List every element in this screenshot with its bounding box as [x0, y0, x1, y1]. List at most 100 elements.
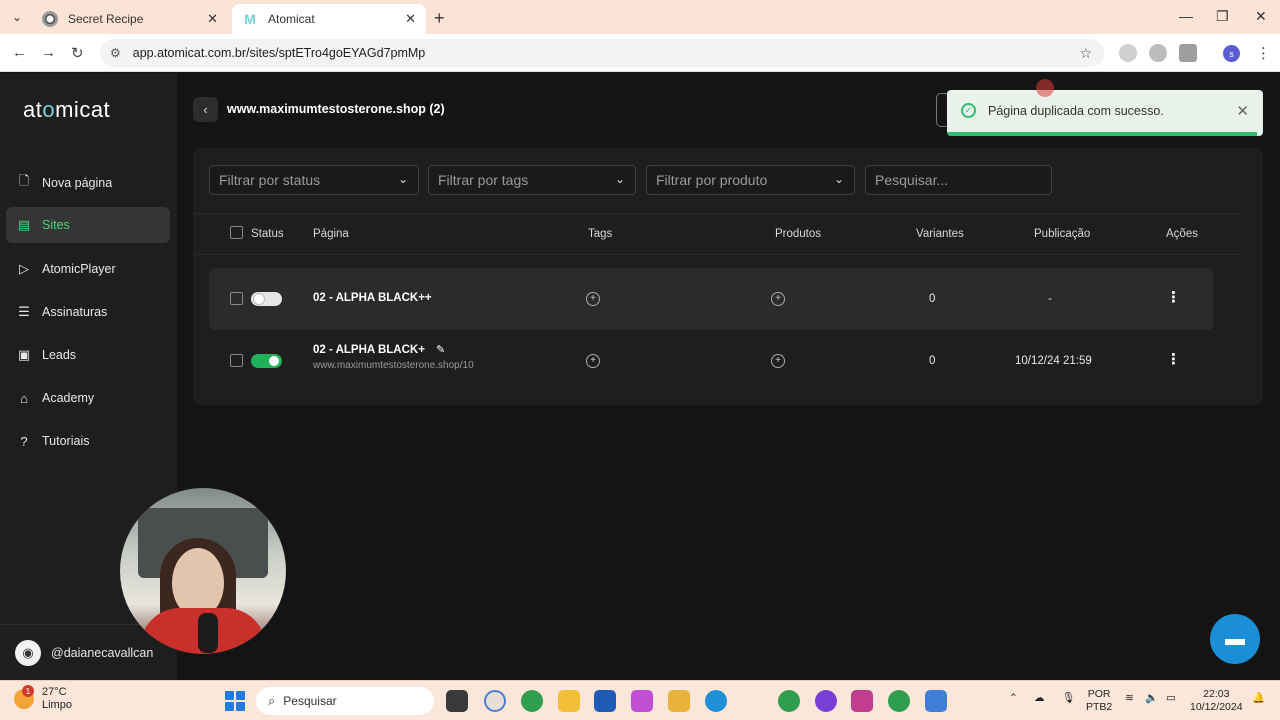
- chrome-icon[interactable]: [521, 690, 543, 712]
- notifications-bell-icon[interactable]: 🔔: [1252, 692, 1265, 705]
- status-filter-value: Filtrar por status: [219, 172, 321, 188]
- column-header-pagina[interactable]: Página: [313, 228, 349, 240]
- row-actions-kebab-icon[interactable]: ⋮: [1166, 290, 1181, 305]
- extension-icon[interactable]: [1149, 44, 1167, 62]
- clock[interactable]: 22:03 10/12/2024: [1190, 688, 1243, 714]
- task-view-icon[interactable]: [446, 690, 468, 712]
- search-input[interactable]: Pesquisar...: [865, 165, 1052, 195]
- back-arrow-icon[interactable]: ←: [12, 44, 27, 61]
- sidebar-item-assinaturas[interactable]: ☰ Assinaturas: [6, 294, 170, 330]
- user-avatar: ◉: [15, 639, 41, 666]
- sidebar-item-label: Nova página: [42, 176, 113, 190]
- table-row[interactable]: 02 - ALPHA BLACK+ ✎ www.maximumtestoster…: [209, 330, 1213, 392]
- url-input[interactable]: ⚙ app.atomicat.com.br/sites/sptETro4goEY…: [100, 39, 1104, 67]
- weather-widget[interactable]: 1 27°C Limpo: [14, 685, 72, 712]
- app-icon[interactable]: [815, 690, 837, 712]
- sidebar-item-label: Assinaturas: [42, 305, 108, 319]
- search-placeholder: Pesquisar...: [875, 172, 949, 188]
- page-name[interactable]: 02 - ALPHA BLACK++: [313, 292, 432, 304]
- status-filter-select[interactable]: Filtrar por status ⌄: [209, 165, 419, 195]
- add-tag-icon[interactable]: +: [586, 292, 600, 306]
- browser-tab-secret-recipe[interactable]: Secret Recipe ✕: [32, 4, 228, 34]
- close-tab-icon[interactable]: ✕: [405, 11, 416, 27]
- close-tab-icon[interactable]: ✕: [207, 11, 218, 27]
- sites-icon: ▤: [17, 217, 31, 232]
- sidebar-item-nova-pagina[interactable]: 🗋 Nova página: [6, 165, 170, 201]
- sidebar-item-leads[interactable]: ▣ Leads: [6, 337, 170, 373]
- extension-icon[interactable]: [1119, 44, 1137, 62]
- column-header-produtos: Produtos: [775, 228, 822, 240]
- daia-app-icon[interactable]: [851, 690, 873, 712]
- back-button[interactable]: ‹: [193, 97, 218, 122]
- profile-avatar[interactable]: s: [1223, 45, 1240, 62]
- volume-icon[interactable]: 🔈: [1145, 692, 1158, 705]
- support-chat-icon[interactable]: ▬: [1210, 614, 1260, 664]
- taskbar-search[interactable]: ⌕ Pesquisar: [256, 687, 434, 715]
- close-toast-icon[interactable]: ✕: [1236, 102, 1249, 120]
- tray-chevron-icon[interactable]: ⌃: [1009, 692, 1018, 705]
- new-tab-plus-icon[interactable]: +: [434, 8, 445, 29]
- add-product-icon[interactable]: +: [771, 292, 785, 306]
- site-info-icon[interactable]: ⚙: [110, 46, 121, 60]
- row-checkbox[interactable]: [230, 354, 243, 367]
- atomicat-logo[interactable]: atomicat: [23, 97, 110, 123]
- tags-filter-select[interactable]: Filtrar por tags ⌄: [428, 165, 636, 195]
- chrome-profile-icon[interactable]: [484, 690, 506, 712]
- edge-icon[interactable]: [705, 690, 727, 712]
- product-filter-value: Filtrar por produto: [656, 172, 768, 188]
- status-toggle[interactable]: [251, 354, 282, 368]
- atomicat-favicon-icon: M: [244, 11, 256, 27]
- tab-list-chevron-icon[interactable]: ⌄: [6, 7, 28, 27]
- battery-icon[interactable]: ▭: [1166, 692, 1176, 705]
- page-url[interactable]: www.maximumtestosterone.shop/10: [313, 360, 474, 371]
- reload-icon[interactable]: ↻: [71, 44, 84, 62]
- sidebar-item-label: Academy: [42, 391, 95, 405]
- add-product-icon[interactable]: +: [771, 354, 785, 368]
- table-row[interactable]: 02 - ALPHA BLACK++ + + 0 - ⋮: [209, 268, 1213, 330]
- network-drive-icon[interactable]: ☁: [1034, 692, 1045, 705]
- forward-arrow-icon[interactable]: →: [41, 44, 56, 61]
- bookmark-star-icon[interactable]: ☆: [1079, 45, 1092, 62]
- browser-menu-icon[interactable]: ⋮: [1256, 44, 1271, 62]
- status-toggle[interactable]: [251, 292, 282, 306]
- language-indicator[interactable]: POR PTB2: [1086, 688, 1112, 714]
- sidebar-item-academy[interactable]: ⌂ Academy: [6, 380, 170, 416]
- wifi-icon[interactable]: ≋: [1125, 692, 1134, 705]
- list-icon: ☰: [18, 304, 30, 319]
- minimize-icon[interactable]: —: [1179, 8, 1193, 24]
- product-filter-select[interactable]: Filtrar por produto ⌄: [646, 165, 855, 195]
- page-name[interactable]: 02 - ALPHA BLACK+ ✎: [313, 343, 445, 356]
- select-all-checkbox[interactable]: [230, 226, 243, 239]
- edit-pencil-icon[interactable]: ✎: [436, 344, 445, 356]
- toast-progress-bar: [947, 132, 1257, 136]
- column-header-publicacao[interactable]: Publicação: [1034, 228, 1090, 240]
- help-icon: ?: [20, 433, 28, 449]
- add-tag-icon[interactable]: +: [586, 354, 600, 368]
- publication-date: 10/12/24 21:59: [1015, 355, 1092, 367]
- file-explorer-icon[interactable]: [668, 690, 690, 712]
- browser-tab-atomicat[interactable]: M Atomicat ✕: [232, 4, 426, 34]
- microphone-icon: [198, 613, 218, 653]
- maximize-icon[interactable]: ❐: [1216, 8, 1229, 25]
- notepad-icon[interactable]: [925, 690, 947, 712]
- sidebar-item-tutoriais[interactable]: ? Tutoriais: [6, 423, 170, 459]
- graduation-icon: ⌂: [20, 390, 28, 406]
- store-icon[interactable]: [594, 690, 616, 712]
- sidebar-item-sites[interactable]: ▤ Sites: [6, 207, 170, 243]
- sidebar-item-atomicplayer[interactable]: ▷ AtomicPlayer: [6, 251, 170, 287]
- chrome-icon[interactable]: [888, 690, 910, 712]
- close-window-icon[interactable]: ✕: [1255, 8, 1267, 25]
- extensions-puzzle-icon[interactable]: [1179, 44, 1197, 62]
- row-actions-kebab-icon[interactable]: ⋮: [1166, 352, 1181, 367]
- column-header-status[interactable]: Status: [251, 228, 284, 240]
- row-checkbox[interactable]: [230, 292, 243, 305]
- chrome-favicon-icon: [42, 11, 58, 27]
- weather-sun-icon: 1: [14, 685, 34, 709]
- microphone-icon[interactable]: 🎙: [1062, 692, 1075, 705]
- app-icon[interactable]: [558, 690, 580, 712]
- language-code: POR: [1087, 688, 1111, 700]
- copilot-icon[interactable]: [631, 690, 653, 712]
- publication-date: -: [1048, 293, 1052, 305]
- windows-start-icon[interactable]: [225, 691, 245, 711]
- chrome-icon[interactable]: [778, 690, 800, 712]
